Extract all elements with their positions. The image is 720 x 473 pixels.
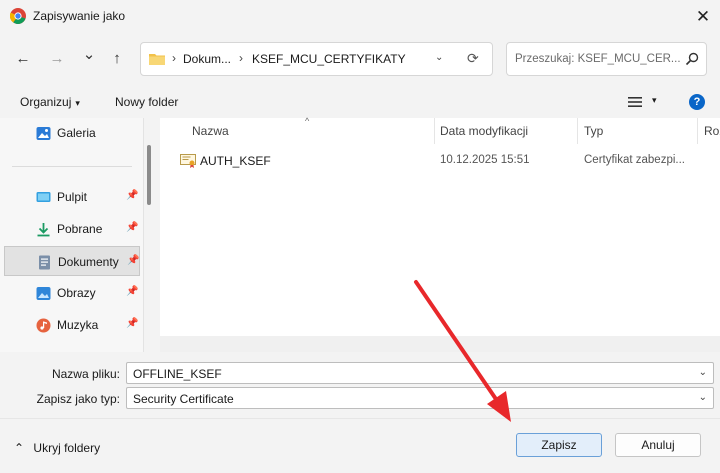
sidebar-item-label: Pulpit (57, 190, 88, 204)
sidebar-item-label: Muzyka (57, 318, 99, 332)
chevron-up-icon: ⌃ (14, 441, 25, 455)
pin-icon[interactable]: 📌 (126, 222, 138, 233)
desktop-icon (36, 192, 51, 202)
search-icon[interactable] (685, 52, 699, 66)
breadcrumb-separator: › (239, 51, 243, 65)
close-button[interactable]: ✕ (692, 6, 714, 28)
window-title: Zapisywanie jako (33, 9, 126, 23)
column-divider[interactable] (434, 118, 435, 144)
folder-icon (149, 54, 165, 65)
pictures-icon (36, 287, 51, 300)
organize-label: Organizuj (20, 95, 72, 109)
breadcrumb-separator: › (172, 51, 176, 65)
chevron-down-icon[interactable]: ⌄ (435, 52, 443, 63)
certificate-icon (180, 154, 196, 168)
sidebar-item-desktop[interactable]: Pulpit 📌 (4, 182, 140, 212)
sidebar-item-label: Obrazy (57, 286, 96, 300)
sidebar-item-documents[interactable]: Dokumenty 📌 (4, 246, 140, 276)
forward-button[interactable]: → (46, 48, 68, 70)
file-name: AUTH_KSEF (200, 154, 271, 168)
address-bar[interactable]: › Dokum... › KSEF_MCU_CERTYFIKATY ⌄ ⟳ (140, 42, 493, 76)
organize-button[interactable]: Organizuj ▾ (20, 95, 80, 109)
view-options-icon[interactable] (628, 95, 642, 109)
command-bar: Organizuj ▾ Nowy folder ▾ ? (0, 86, 720, 118)
caret-down-icon[interactable]: ▾ (652, 95, 657, 106)
cancel-button[interactable]: Anuluj (615, 433, 701, 457)
sidebar-scrollbar[interactable] (147, 145, 151, 205)
back-button[interactable]: ← (12, 48, 34, 70)
horizontal-scrollbar[interactable] (160, 336, 720, 352)
sidebar-item-label: Galeria (57, 126, 96, 140)
filename-label: Nazwa pliku: (51, 367, 120, 381)
filetype-select[interactable]: Security Certificate ⌄ (126, 387, 714, 409)
downloads-icon (37, 223, 50, 237)
file-date: 10.12.2025 15:51 (440, 154, 530, 166)
dialog-footer: ⌃ Ukryj foldery Zapisz Anuluj (0, 418, 720, 473)
pin-icon[interactable]: 📌 (126, 190, 138, 201)
sidebar-item-label: Pobrane (57, 222, 103, 236)
file-type: Certyfikat zabezpi... (584, 154, 685, 166)
filename-field[interactable]: OFFLINE_KSEF ⌄ (126, 362, 714, 384)
column-header-size[interactable]: Roz (704, 124, 720, 138)
column-divider[interactable] (577, 118, 578, 144)
filename-value: OFFLINE_KSEF (133, 367, 222, 381)
search-placeholder: Przeszukaj: KSEF_MCU_CER... (515, 53, 680, 65)
sidebar-item-label: Dokumenty (58, 255, 119, 269)
gallery-icon (36, 127, 51, 140)
sidebar-divider (12, 166, 132, 167)
save-as-dialog: Zapisywanie jako ✕ ← → ⌄ ↑ › Dokum... › … (0, 0, 720, 473)
pin-icon[interactable]: 📌 (127, 255, 139, 266)
table-row[interactable]: AUTH_KSEF 10.12.2025 15:51 Certyfikat za… (174, 150, 714, 172)
help-icon[interactable]: ? (689, 94, 705, 110)
chevron-down-icon[interactable]: ⌄ (699, 392, 707, 403)
column-header-type[interactable]: Typ (584, 124, 603, 138)
hide-folders-button[interactable]: ⌃ Ukryj foldery (14, 441, 100, 455)
chrome-icon (10, 8, 26, 24)
sidebar-item-pictures[interactable]: Obrazy 📌 (4, 278, 140, 308)
title-bar: Zapisywanie jako ✕ (0, 0, 720, 34)
caret-down-icon: ▾ (75, 98, 80, 108)
pin-icon[interactable]: 📌 (126, 286, 138, 297)
refresh-icon[interactable]: ⟳ (467, 50, 479, 67)
new-folder-button[interactable]: Nowy folder (115, 95, 178, 109)
sidebar-item-gallery[interactable]: Galeria (4, 118, 140, 148)
pin-icon[interactable]: 📌 (126, 318, 138, 329)
filetype-value: Security Certificate (133, 392, 234, 406)
sort-ascending-icon: ^ (305, 116, 310, 126)
chevron-down-icon[interactable]: ⌄ (699, 367, 707, 378)
up-button[interactable]: ↑ (106, 48, 128, 70)
hide-folders-label: Ukryj foldery (33, 441, 101, 455)
column-header-name[interactable]: Nazwa (192, 124, 229, 138)
file-list: ^ Nazwa Data modyfikacji Typ Roz AUTH_KS… (160, 116, 720, 352)
search-input[interactable]: Przeszukaj: KSEF_MCU_CER... (506, 42, 707, 76)
column-header-date[interactable]: Data modyfikacji (440, 124, 528, 138)
column-divider[interactable] (697, 118, 698, 144)
sidebar-item-downloads[interactable]: Pobrane 📌 (4, 214, 140, 244)
breadcrumb-current-folder[interactable]: KSEF_MCU_CERTYFIKATY (252, 52, 406, 66)
filetype-label: Zapisz jako typ: (36, 392, 120, 406)
breadcrumb-documents[interactable]: Dokum... (183, 52, 231, 66)
documents-icon (39, 255, 50, 270)
music-icon (36, 318, 51, 333)
sidebar-item-music[interactable]: Muzyka 📌 (4, 310, 140, 340)
recent-locations-button[interactable]: ⌄ (78, 44, 100, 66)
save-button[interactable]: Zapisz (516, 433, 602, 457)
navigation-pane: Galeria Pulpit 📌 Pobrane 📌 Dokumenty 📌 O… (0, 118, 144, 352)
navigation-bar: ← → ⌄ ↑ › Dokum... › KSEF_MCU_CERTYFIKAT… (0, 42, 720, 76)
